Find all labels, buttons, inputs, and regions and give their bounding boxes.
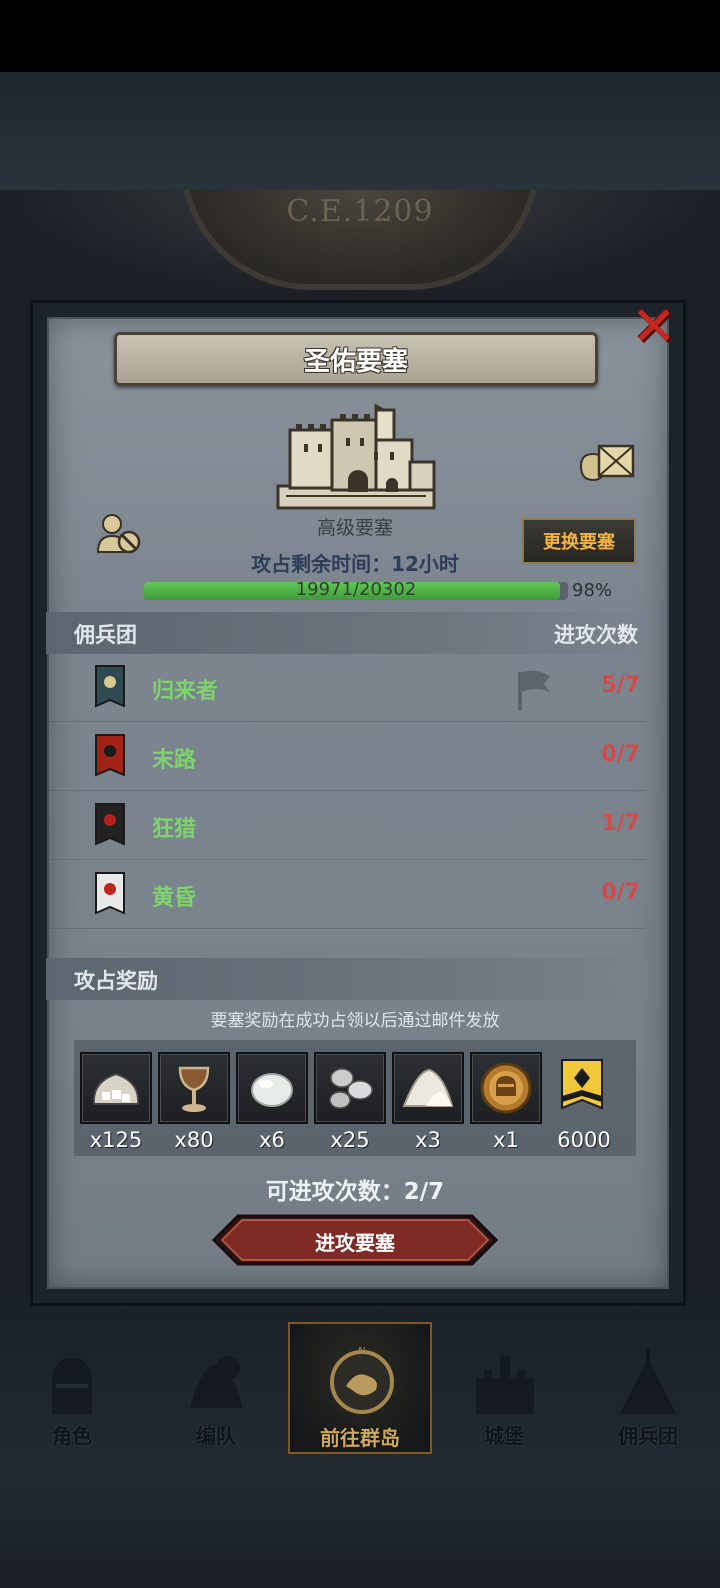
change-fortress-button[interactable]: 更换要塞	[522, 518, 636, 564]
honor-banner-icon	[561, 1059, 603, 1110]
svg-text:N: N	[358, 1346, 365, 1357]
supply-crate-icon[interactable]	[577, 436, 637, 484]
compass-island-icon: N	[330, 1346, 394, 1414]
capture-progress-bar: 19971/20302	[144, 579, 568, 600]
nav-item[interactable]: 佣兵团	[576, 1322, 720, 1454]
reward-quantity: x80	[174, 1128, 214, 1152]
background-top	[0, 72, 720, 190]
mercenary-name: 黄昏	[152, 886, 197, 911]
reward-quantity: x6	[259, 1128, 285, 1152]
attack-button-label: 进攻要塞	[315, 1231, 395, 1255]
reward-quantity: 6000	[557, 1128, 611, 1152]
salt-pile-icon	[402, 1068, 454, 1107]
remaining-attempts: 可进攻次数：2/7	[265, 1179, 445, 1205]
reward-item[interactable]: 6000	[548, 1052, 620, 1152]
mercenary-row[interactable]: 末路 0/7	[46, 723, 646, 791]
mercenary-attack-count: 0/7	[601, 742, 640, 767]
title-plate: 圣佑要塞	[114, 332, 598, 386]
rewards-notice: 要塞奖励在成功占领以后通过邮件发放	[210, 1011, 500, 1031]
mercenary-attack-count: 1/7	[601, 811, 640, 836]
attack-count-header: 进攻次数	[554, 623, 638, 647]
reward-quantity: x3	[415, 1128, 441, 1152]
reward-tile	[548, 1052, 620, 1124]
formation-icon	[190, 1356, 242, 1408]
nav-label: 佣兵团	[618, 1424, 678, 1448]
reward-item[interactable]: x3	[392, 1052, 464, 1152]
nav-item[interactable]: 城堡	[432, 1322, 576, 1454]
reward-tile	[392, 1052, 464, 1124]
rewards-header: 攻占奖励	[46, 958, 662, 1000]
user-block-icon[interactable]	[96, 512, 142, 556]
progress-percent: 98%	[572, 580, 613, 601]
reward-item[interactable]: x125	[80, 1052, 152, 1152]
reward-tile	[470, 1052, 542, 1124]
knight-medal-icon	[480, 1062, 532, 1114]
reward-item[interactable]: x25	[314, 1052, 386, 1152]
reward-tile	[314, 1052, 386, 1124]
nav-label: 城堡	[484, 1424, 524, 1448]
flag-icon	[518, 670, 550, 710]
mercenary-row[interactable]: 归来者 5/7	[46, 654, 646, 722]
mercenary-name: 狂猎	[152, 817, 197, 842]
reward-item[interactable]: x1	[470, 1052, 542, 1152]
nav-label: 角色	[52, 1424, 92, 1448]
era-label: C.E.1209	[286, 194, 434, 229]
reward-item[interactable]: x6	[236, 1052, 308, 1152]
right-side-panel	[686, 300, 720, 1320]
bottom-nav: 角色 编队 N 前往群岛 城堡 佣兵团	[0, 1322, 720, 1454]
nav-item[interactable]: 角色	[0, 1322, 144, 1454]
status-bar	[0, 0, 720, 72]
mercenary-attack-count: 5/7	[601, 673, 640, 698]
reward-quantity: x25	[330, 1128, 370, 1152]
silver-ore-sack-icon	[92, 1072, 140, 1105]
goblet-icon	[178, 1066, 210, 1112]
mercenary-row[interactable]: 黄昏 0/7	[46, 861, 646, 929]
reward-tile	[80, 1052, 152, 1124]
castle-icon	[276, 403, 436, 510]
mercenary-name: 末路	[152, 748, 197, 773]
progress-value: 19971/20302	[295, 579, 417, 600]
silver-pebbles-icon	[329, 1068, 373, 1109]
mercenary-banner-icon	[95, 665, 125, 708]
reward-quantity: x1	[493, 1128, 519, 1152]
nav-label: 编队	[196, 1424, 236, 1448]
reward-quantity: x125	[89, 1128, 143, 1152]
knight-helmet-icon	[52, 1358, 92, 1414]
reward-item[interactable]: x80	[158, 1052, 230, 1152]
close-icon: ✕	[631, 294, 677, 358]
mercenary-header-label: 佣兵团	[74, 623, 137, 647]
time-remaining: 攻占剩余时间：12小时	[251, 552, 459, 576]
mercenary-banner-icon	[95, 872, 125, 915]
nav-label: 前往群岛	[320, 1426, 400, 1450]
mercenary-header: 佣兵团 进攻次数	[46, 612, 662, 654]
mercenary-banner-icon	[95, 803, 125, 846]
fortress-title: 圣佑要塞	[303, 346, 408, 377]
fortress-type-label: 高级要塞	[316, 517, 393, 539]
attack-fortress-button[interactable]: 进攻要塞	[212, 1214, 498, 1266]
moonstone-icon	[251, 1073, 293, 1107]
mercenary-banner-icon	[95, 734, 125, 777]
mercenary-row[interactable]: 狂猎 1/7	[46, 792, 646, 860]
nav-item[interactable]: 编队	[144, 1322, 288, 1454]
close-button[interactable]: ✕	[624, 295, 684, 358]
castle-icon	[476, 1356, 534, 1414]
reward-tile	[236, 1052, 308, 1124]
mercenary-tent-icon	[620, 1348, 676, 1414]
mercenary-attack-count: 0/7	[601, 880, 640, 905]
nav-item[interactable]: N 前往群岛	[288, 1322, 432, 1454]
reward-tile	[158, 1052, 230, 1124]
mercenary-name: 归来者	[152, 679, 219, 704]
rewards-header-label: 攻占奖励	[74, 969, 158, 993]
